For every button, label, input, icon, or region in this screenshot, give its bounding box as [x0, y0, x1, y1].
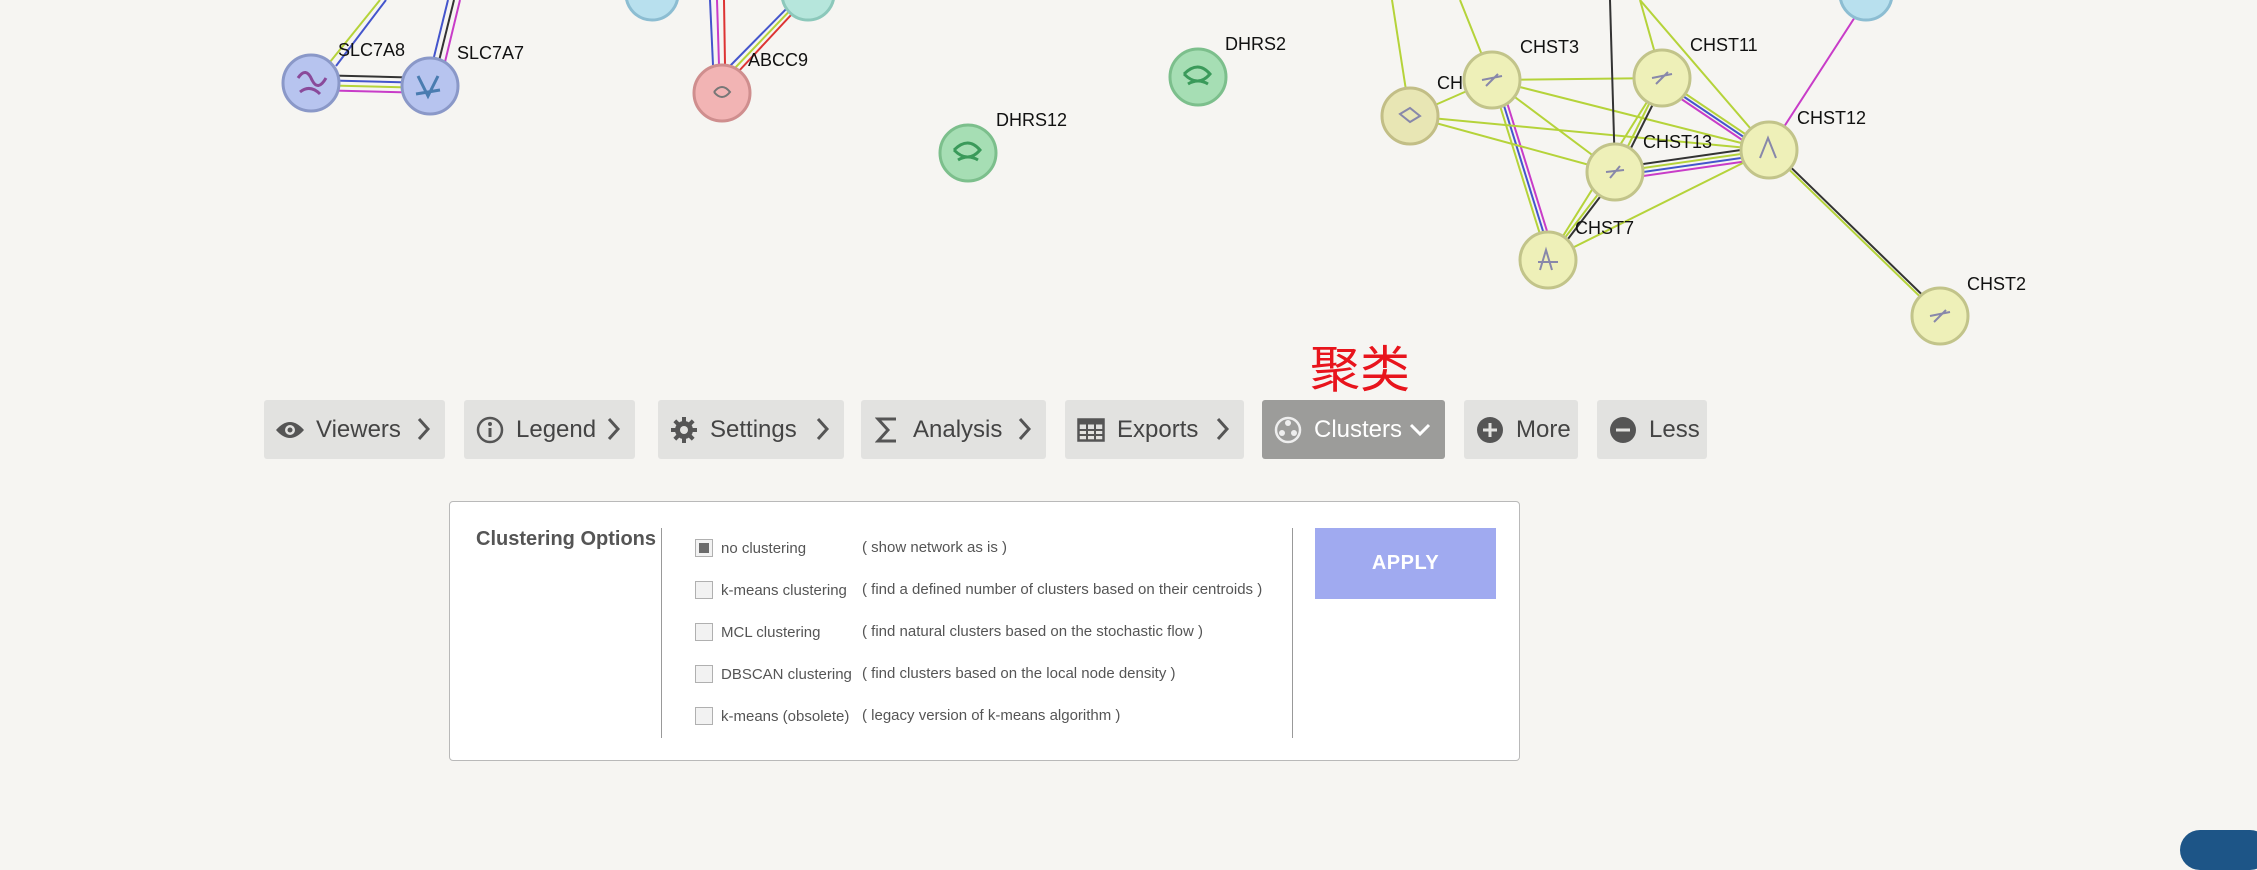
sigma-icon — [871, 414, 903, 446]
exports-label: Exports — [1117, 415, 1199, 443]
exports-button[interactable]: Exports — [1065, 400, 1244, 459]
option-dbscan[interactable]: DBSCAN clustering — [695, 662, 852, 686]
option-label: no clustering — [721, 539, 807, 557]
viewers-label: Viewers — [316, 415, 401, 443]
node-label: DHRS12 — [996, 110, 1067, 130]
option-no-clustering[interactable]: no clustering — [695, 536, 806, 560]
less-label: Less — [1649, 415, 1700, 443]
checkbox[interactable] — [695, 623, 713, 641]
checkbox[interactable] — [695, 539, 713, 557]
option-label: MCL clustering — [721, 623, 821, 641]
clusters-annotation: 聚类 — [1310, 341, 1410, 399]
less-button[interactable]: Less — [1597, 400, 1707, 459]
network-graph[interactable]: SLC7A8 SLC7A7 ABCC9 DHRS12 DHRS2 CH CHST… — [0, 0, 2257, 360]
corner-widget[interactable] — [2180, 830, 2257, 870]
node-chst12[interactable]: CHST12 — [1739, 108, 1866, 180]
option-description: ( find clusters based on the local node … — [862, 665, 1176, 682]
clusters-button[interactable]: Clusters — [1262, 400, 1445, 459]
node-label: DHRS2 — [1225, 34, 1286, 54]
option-description: ( find natural clusters based on the sto… — [862, 623, 1204, 640]
settings-label: Settings — [710, 415, 797, 443]
node-label: CHST11 — [1690, 35, 1758, 55]
node-label: CHST12 — [1797, 108, 1866, 128]
node-chst2[interactable]: CHST2 — [1910, 274, 2026, 346]
analysis-label: Analysis — [913, 415, 1003, 443]
chevron-right-icon — [607, 417, 621, 441]
plus-circle-icon — [1474, 414, 1506, 446]
gear-icon — [668, 414, 700, 446]
viewers-button[interactable]: Viewers — [264, 400, 445, 459]
chevron-right-icon — [1216, 417, 1230, 441]
divider — [661, 528, 662, 738]
more-button[interactable]: More — [1464, 400, 1578, 459]
node-slc7a7[interactable]: SLC7A7 — [400, 43, 524, 116]
chevron-down-icon — [1409, 423, 1431, 437]
node-chst13[interactable]: CHST13 — [1585, 132, 1712, 202]
chevron-right-icon — [417, 417, 431, 441]
table-icon — [1075, 414, 1107, 446]
option-kmeans[interactable]: k-means clustering — [695, 578, 847, 602]
chevron-right-icon — [816, 417, 830, 441]
node-chst7[interactable]: CHST7 — [1518, 218, 1634, 290]
checkbox[interactable] — [695, 581, 713, 599]
node-label: CHST13 — [1643, 132, 1712, 152]
option-label: DBSCAN clustering — [721, 665, 852, 683]
more-label: More — [1516, 415, 1571, 443]
node-label: CHST3 — [1520, 37, 1579, 57]
node-ch[interactable]: CH — [1380, 73, 1463, 146]
node-label: CHST7 — [1575, 218, 1634, 238]
node-label: SLC7A7 — [457, 43, 524, 63]
node-abcc9[interactable]: ABCC9 — [692, 50, 808, 123]
minus-circle-icon — [1607, 414, 1639, 446]
option-label: k-means clustering — [721, 581, 847, 599]
partial-node[interactable] — [625, 0, 679, 22]
apply-button[interactable]: APPLY — [1315, 528, 1496, 599]
option-label: k-means (obsolete) — [721, 707, 850, 725]
node-label: CHST2 — [1967, 274, 2026, 294]
divider — [1292, 528, 1293, 738]
legend-label: Legend — [516, 415, 597, 443]
legend-button[interactable]: Legend — [464, 400, 635, 459]
panel-title: Clustering Options — [476, 528, 656, 550]
settings-button[interactable]: Settings — [658, 400, 844, 459]
clustering-options-panel: Clustering Options no clustering ( show … — [449, 501, 1520, 761]
node-label: ABCC9 — [748, 50, 808, 70]
partial-node[interactable] — [1839, 0, 1893, 22]
clusters-label: Clusters — [1314, 415, 1403, 443]
option-kmeans-obsolete[interactable]: k-means (obsolete) — [695, 704, 849, 728]
analysis-button[interactable]: Analysis — [861, 400, 1046, 459]
checkbox[interactable] — [695, 707, 713, 725]
option-description: ( find a defined number of clusters base… — [862, 581, 1263, 598]
clusters-icon — [1272, 414, 1304, 446]
option-description: ( show network as is ) — [862, 539, 1008, 556]
node-label: CH — [1437, 73, 1463, 93]
option-description: ( legacy version of k-means algorithm ) — [862, 707, 1121, 724]
option-mcl[interactable]: MCL clustering — [695, 620, 820, 644]
info-icon — [474, 414, 506, 446]
node-dhrs2[interactable]: DHRS2 — [1168, 34, 1286, 107]
checkbox[interactable] — [695, 665, 713, 683]
node-label: SLC7A8 — [338, 40, 405, 60]
chevron-right-icon — [1018, 417, 1032, 441]
eye-icon — [274, 414, 306, 446]
node-dhrs12[interactable]: DHRS12 — [938, 110, 1067, 183]
